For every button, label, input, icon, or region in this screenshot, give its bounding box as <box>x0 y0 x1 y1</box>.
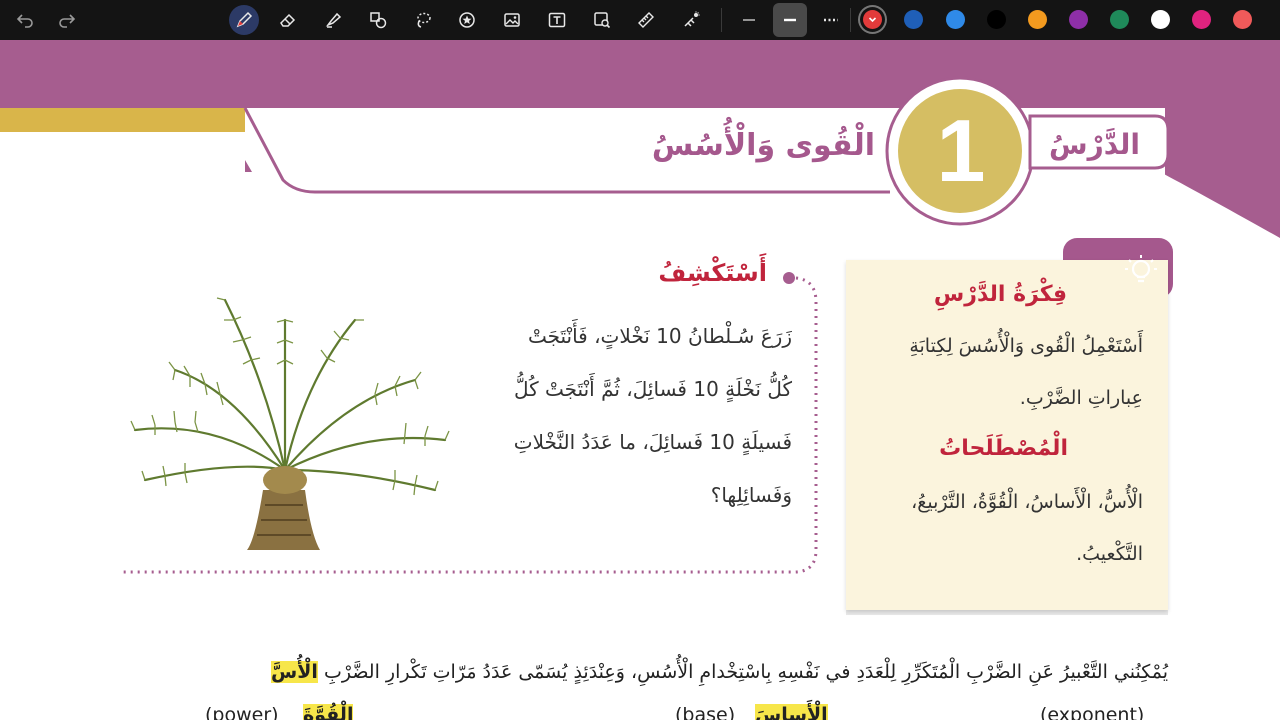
terms-line: الْأُسُّ، الْأَساسُ، الْقُوَّةُ، التَّرْ… <box>911 491 1143 513</box>
screenshot-icon[interactable] <box>587 5 617 35</box>
intro-paragraph-line1: يُمْكِنُني التَّعْبيرُ عَنِ الضَّرْبِ ال… <box>108 644 1168 700</box>
explore-text: زَرَعَ سُـلْطانُ 10 نَخْلاتٍ، فَأَنْتَجَ… <box>472 310 792 522</box>
undo-icon[interactable] <box>10 5 40 35</box>
highlight-term-base: الْأَساسَ <box>755 704 828 720</box>
toolbar-separator <box>721 8 722 32</box>
ruler-icon[interactable] <box>631 5 661 35</box>
lasso-icon[interactable] <box>408 5 438 35</box>
lesson-title: الْقُوى وَالْأُسُسُ <box>651 128 875 163</box>
image-icon[interactable] <box>497 5 527 35</box>
color-swatch-red[interactable] <box>863 10 882 29</box>
color-swatch-purple[interactable] <box>1069 10 1088 29</box>
terms-heading: الْمُصْطَلَحاتُ <box>939 436 1068 461</box>
terms-text: الْأُسُّ، الْأَساسُ، الْقُوَّةُ، التَّرْ… <box>843 476 1143 580</box>
explore-heading: أَسْتَكْشِفُ <box>658 259 767 287</box>
book-page: الدَّرْسُ 1 الْقُوى وَالْأُسُسُ أَسْتَكْ… <box>0 40 1280 720</box>
paragraph-line2-base: (base) <box>675 704 736 720</box>
highlighter-icon[interactable] <box>318 5 348 35</box>
idea-line: عِباراتِ الضَّرْبِ. <box>1019 387 1143 409</box>
idea-line: أَسْتَعْمِلُ الْقُوى وَالْأُسُسَ لِكِتاب… <box>909 335 1143 357</box>
paragraph-line2-exponent: (exponent) <box>1040 704 1145 720</box>
eraser-icon[interactable] <box>273 5 303 35</box>
idea-text: أَسْتَعْمِلُ الْقُوى وَالْأُسُسَ لِكِتاب… <box>843 320 1143 424</box>
paragraph-line2-power: (power) <box>205 704 279 720</box>
text-icon[interactable] <box>542 5 572 35</box>
explore-line: كُلُّ نَخْلَةٍ 10 فَسائِلَ، ثُمَّ أَنْتَ… <box>513 377 792 401</box>
explore-line: وَفَسائِلِها؟ <box>710 483 792 507</box>
color-swatch-coral[interactable] <box>1233 10 1252 29</box>
color-swatch-white[interactable] <box>1151 10 1170 29</box>
medium-line-icon[interactable] <box>773 3 807 37</box>
color-swatch-green[interactable] <box>1110 10 1129 29</box>
color-swatch-pink[interactable] <box>1192 10 1211 29</box>
pen-icon[interactable] <box>229 5 259 35</box>
toolbar-separator <box>850 8 851 32</box>
paragraph-text: يُمْكِنُني التَّعْبيرُ عَنِ الضَّرْبِ ال… <box>323 661 1168 683</box>
palm-tree-illustration <box>130 297 450 550</box>
lesson-number: 1 <box>936 101 986 200</box>
thin-line-icon[interactable] <box>734 5 764 35</box>
explore-line: زَرَعَ سُـلْطانُ 10 نَخْلاتٍ، فَأَنْتَجَ… <box>527 324 792 348</box>
idea-heading: فِكْرَةُ الدَّرْسِ <box>933 282 1067 307</box>
highlight-term-exponent: الْأُسَّ <box>271 661 318 683</box>
annotation-toolbar <box>0 0 1280 40</box>
highlight-term-power: الْقُوَّةَ <box>303 704 354 720</box>
color-swatch-navy[interactable] <box>904 10 923 29</box>
laser-pointer-icon[interactable] <box>676 5 706 35</box>
explore-line: فَسيلَةٍ 10 فَسائِلَ، ما عَدَدُ النَّخْل… <box>513 430 792 454</box>
color-swatch-black[interactable] <box>987 10 1006 29</box>
lesson-label: الدَّرْسُ <box>1048 128 1140 161</box>
shapes-icon[interactable] <box>363 5 393 35</box>
redo-icon[interactable] <box>52 5 82 35</box>
lightbulb-icon <box>1125 255 1157 283</box>
sticker-icon[interactable] <box>452 5 482 35</box>
dotted-line-icon[interactable] <box>816 5 846 35</box>
color-swatch-orange[interactable] <box>1028 10 1047 29</box>
color-swatch-blue[interactable] <box>946 10 965 29</box>
terms-line: التَّكْعيبُ. <box>1076 543 1143 565</box>
